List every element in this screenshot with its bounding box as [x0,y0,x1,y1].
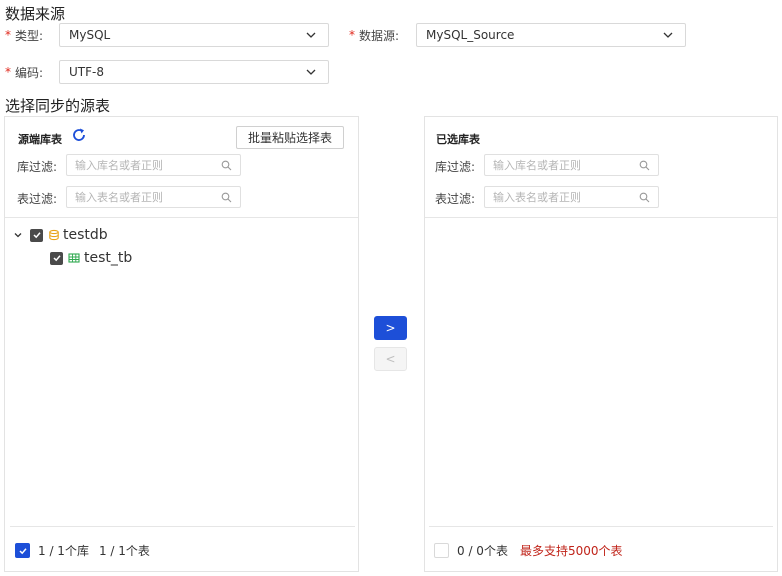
target-db-filter-input[interactable]: 输入库名或者正则 [484,154,659,176]
move-right-button[interactable]: > [374,316,407,340]
source-panel: 源端库表 批量粘贴选择表 库过滤: 输入库名或者正则 表过滤: 输入表名或者正则… [4,116,359,572]
table-name: test_tb [84,250,133,266]
table-count: 1 / 1个表 [98,544,150,558]
type-select[interactable]: MySQL [59,23,329,47]
chevron-down-icon [663,32,673,38]
divider [5,217,358,218]
source-label-text: 数据源: [359,28,400,43]
source-panel-title: 源端库表 [18,133,62,146]
db-filter-label: 库过滤: [435,160,476,174]
divider [425,217,777,218]
encoding-select[interactable]: UTF-8 [59,60,329,84]
database-icon [49,229,59,241]
db-filter-placeholder: 输入库名或者正则 [75,159,163,172]
db-checkbox[interactable] [30,228,43,242]
table-filter-label: 表过滤: [435,192,476,206]
type-label-text: 类型: [15,28,44,43]
required-mark: * [349,28,355,42]
tree-node-db[interactable]: testdb [13,224,108,246]
table-limit-notice: 最多支持5000个表 [519,544,623,558]
divider [10,526,355,527]
required-mark: * [5,28,11,42]
encoding-select-value: UTF-8 [69,65,104,79]
table-filter-placeholder: 输入表名或者正则 [75,191,163,204]
source-select[interactable]: MySQL_Source [416,23,686,47]
db-filter-input[interactable]: 输入库名或者正则 [66,154,241,176]
select-all-checkbox[interactable] [15,543,30,558]
divider [429,526,773,527]
target-panel-title: 已选库表 [436,133,480,146]
source-footer: 1 / 1个库 1 / 1个表 [15,542,150,559]
source-label: * 数据源: [349,23,399,47]
chevron-down-icon [306,69,316,75]
search-icon [639,192,650,202]
target-table-filter-input[interactable]: 输入表名或者正则 [484,186,659,208]
table-filter-input[interactable]: 输入表名或者正则 [66,186,241,208]
type-select-value: MySQL [69,28,111,42]
db-name: testdb [63,227,108,243]
db-count: 1 / 1个库 [38,544,89,558]
source-select-value: MySQL_Source [426,28,515,42]
search-icon [639,160,650,170]
target-panel: 已选库表 库过滤: 输入库名或者正则 表过滤: 输入表名或者正则 0 / 0个表… [424,116,778,572]
tree-node-table[interactable]: test_tb [50,247,132,269]
target-table-count: 0 / 0个表 [457,544,508,558]
chevron-down-icon[interactable] [13,230,23,240]
type-label: * 类型: [5,23,43,47]
chevron-down-icon [306,32,316,38]
move-left-button[interactable]: < [374,347,407,371]
search-icon [221,192,232,202]
table-icon [68,253,80,263]
search-icon [221,160,232,170]
target-footer: 0 / 0个表 最多支持5000个表 [434,542,623,559]
table-checkbox[interactable] [50,251,63,265]
db-filter-label: 库过滤: [17,160,58,174]
encoding-label: * 编码: [5,60,43,84]
batch-paste-button[interactable]: 批量粘贴选择表 [236,126,345,149]
db-filter-placeholder: 输入库名或者正则 [493,159,581,172]
table-filter-placeholder: 输入表名或者正则 [493,191,581,204]
datasource-section-title: 数据来源 [5,5,66,23]
required-mark: * [5,65,11,79]
select-tables-title: 选择同步的源表 [5,97,111,115]
encoding-label-text: 编码: [15,65,44,80]
table-filter-label: 表过滤: [17,192,58,206]
refresh-icon[interactable] [70,126,88,144]
target-select-all-checkbox[interactable] [434,543,449,558]
